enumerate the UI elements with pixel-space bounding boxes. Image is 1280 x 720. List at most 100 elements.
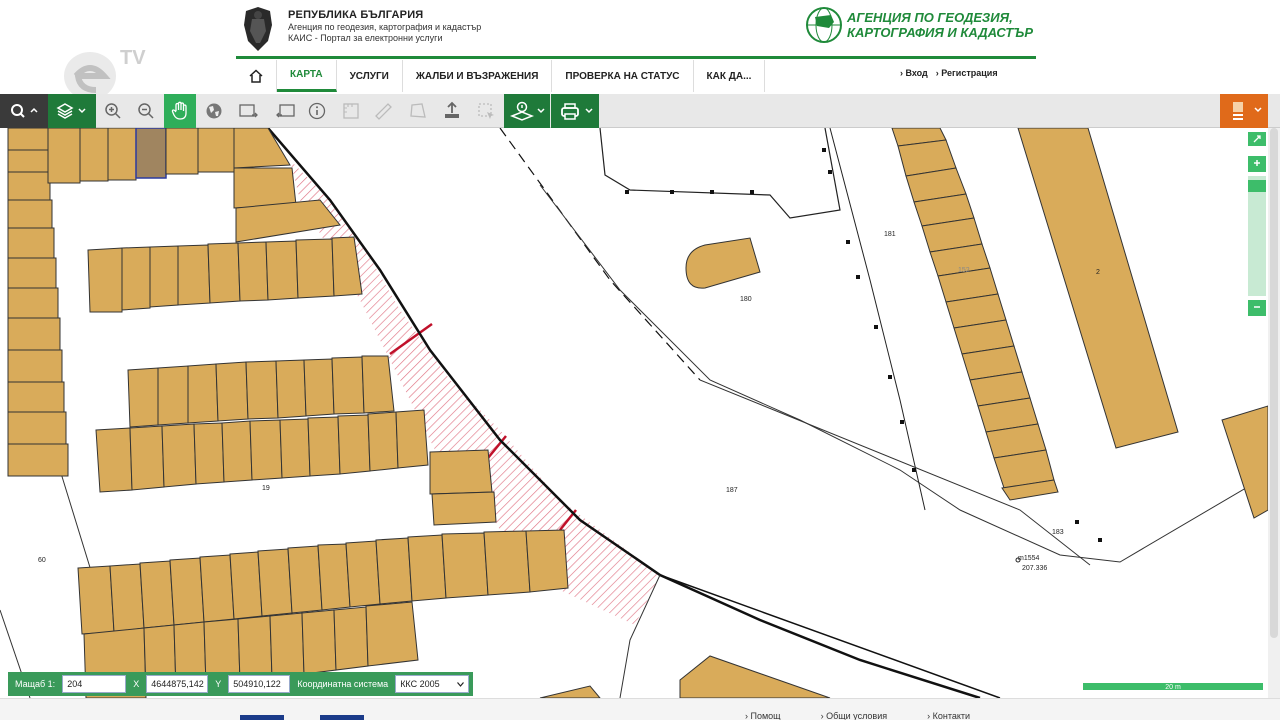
- home-icon: [249, 69, 263, 83]
- map-pin-icon: [509, 101, 545, 121]
- map-tools-button[interactable]: [504, 94, 550, 128]
- info-button[interactable]: [302, 94, 332, 128]
- contacts-link[interactable]: › Контакти: [927, 711, 970, 720]
- select-area-icon: [478, 103, 494, 119]
- ruler-icon: [375, 103, 392, 120]
- scrollbar-thumb[interactable]: [1270, 128, 1278, 638]
- label-181: 181: [884, 231, 896, 238]
- fullscreen-button[interactable]: [1248, 132, 1266, 146]
- minus-icon: [1254, 306, 1260, 308]
- terms-label: Общи условия: [826, 711, 888, 720]
- globe-button[interactable]: [198, 94, 230, 128]
- search-icon: [11, 104, 38, 118]
- site-header: РЕПУБЛИКА БЪЛГАРИЯ Агенция по геодезия, …: [0, 0, 1280, 93]
- x-coordinate-field[interactable]: 4644875,142: [146, 675, 209, 693]
- y-label: Y: [215, 679, 222, 689]
- info-icon: [308, 102, 326, 120]
- search-tool-button[interactable]: [0, 94, 48, 128]
- republic-branding[interactable]: РЕПУБЛИКА БЪЛГАРИЯ Агенция по геодезия, …: [238, 5, 481, 53]
- label-183: 183: [1052, 529, 1064, 536]
- zoom-minus-button[interactable]: [1248, 300, 1266, 316]
- legend-icon: [1233, 102, 1262, 120]
- chevron-down-icon: [457, 681, 465, 687]
- zoom-slider[interactable]: [1248, 176, 1266, 296]
- header-divider: [236, 56, 1036, 59]
- printer-icon: [561, 103, 593, 120]
- zoom-plus-button[interactable]: [1248, 156, 1266, 172]
- measure-area-icon: [343, 103, 359, 119]
- agency-globe-icon: [806, 7, 842, 43]
- map-toolbar: [0, 94, 1280, 128]
- register-link[interactable]: › Регистрация: [936, 68, 998, 78]
- etv-watermark-text: TV: [120, 47, 146, 69]
- parcel-group-row1[interactable]: [87, 236, 363, 313]
- measure-area-button[interactable]: [336, 94, 366, 128]
- print-button[interactable]: [551, 94, 599, 128]
- y-coordinate-field[interactable]: 504910,122: [228, 675, 291, 693]
- upload-icon: [445, 101, 459, 118]
- next-extent-button[interactable]: [268, 94, 302, 128]
- coordinates-bar: Мащаб 1: 204 X 4644875,142 Y 504910,122 …: [8, 672, 474, 696]
- register-label: Регистрация: [941, 68, 998, 78]
- nav-how-to[interactable]: КАК ДА...: [694, 60, 766, 92]
- map-canvas[interactable]: 181 180 187 183 19 60 152 2 m1554 207.33…: [0, 128, 1268, 698]
- login-label: Вход: [905, 68, 928, 78]
- page-footer: › Помощ › Общи условия › Контакти: [0, 698, 1280, 720]
- page-scrollbar[interactable]: [1268, 128, 1280, 698]
- zoom-panel: [1248, 132, 1266, 320]
- parcel-group-right[interactable]: [685, 128, 1268, 519]
- auth-links: › Вход › Регистрация: [900, 68, 998, 78]
- coat-of-arms-icon: [244, 7, 272, 51]
- globe-icon: [206, 103, 222, 119]
- label-60: 60: [38, 557, 46, 564]
- previous-extent-icon: [239, 104, 258, 118]
- zoom-out-button[interactable]: [131, 94, 161, 128]
- login-link[interactable]: › Вход: [900, 68, 928, 78]
- coord-system-select[interactable]: ККС 2005: [395, 675, 470, 693]
- pan-button[interactable]: [164, 94, 196, 128]
- x-label: X: [133, 679, 140, 689]
- label-187: 187: [726, 487, 738, 494]
- survey-point-value: 207.336: [1022, 565, 1047, 572]
- polygon-icon: [410, 103, 426, 118]
- legend-button[interactable]: [1220, 94, 1268, 128]
- layers-icon: [56, 103, 86, 119]
- hand-icon: [171, 101, 187, 120]
- map-scale-bar: 20 m: [1082, 682, 1264, 691]
- republic-title: РЕПУБЛИКА БЪЛГАРИЯ: [288, 9, 424, 21]
- label-2: 2: [1096, 269, 1100, 276]
- layers-button[interactable]: [48, 94, 96, 128]
- scale-input[interactable]: 204: [62, 675, 127, 693]
- terms-link[interactable]: › Общи условия: [821, 711, 888, 720]
- nav-status-check[interactable]: ПРОВЕРКА НА СТАТУС: [552, 60, 694, 92]
- zoom-in-button[interactable]: [98, 94, 128, 128]
- previous-extent-button[interactable]: [232, 94, 266, 128]
- nav-map[interactable]: КАРТА: [277, 60, 337, 92]
- scale-label: Мащаб 1:: [15, 679, 56, 689]
- help-link[interactable]: › Помощ: [745, 711, 781, 720]
- agency-logo-line2: КАРТОГРАФИЯ И КАДАСТЪР: [847, 25, 1033, 40]
- measure-distance-button[interactable]: [368, 94, 398, 128]
- nav-complaints[interactable]: ЖАЛБИ И ВЪЗРАЖЕНИЯ: [403, 60, 553, 92]
- program-logo: [320, 715, 364, 720]
- nav-services[interactable]: УСЛУГИ: [337, 60, 403, 92]
- zoom-out-icon: [138, 103, 154, 119]
- eu-flag-logo: [240, 715, 284, 720]
- parcel-group-top[interactable]: [47, 128, 341, 243]
- cadastral-map[interactable]: 181 180 187 183 19 60 152 2 m1554 207.33…: [0, 128, 1268, 698]
- nav-home[interactable]: [236, 60, 277, 92]
- label-19: 19: [262, 485, 270, 492]
- agency-branding[interactable]: АГЕНЦИЯ ПО ГЕОДЕЗИЯ, КАРТОГРАФИЯ И КАДАС…: [805, 6, 1033, 44]
- upload-button[interactable]: [436, 94, 468, 128]
- zoom-in-icon: [105, 103, 121, 119]
- plus-icon: [1254, 160, 1260, 166]
- help-label: Помощ: [750, 711, 781, 720]
- agency-subtitle: Агенция по геодезия, картография и кадас…: [288, 22, 482, 32]
- zoom-slider-handle[interactable]: [1248, 180, 1266, 192]
- draw-polygon-button[interactable]: [402, 94, 434, 128]
- coord-system-value: ККС 2005: [400, 679, 440, 689]
- contacts-label: Контакти: [932, 711, 971, 720]
- select-area-button[interactable]: [470, 94, 502, 128]
- label-180: 180: [740, 296, 752, 303]
- label-152: 152: [958, 267, 970, 274]
